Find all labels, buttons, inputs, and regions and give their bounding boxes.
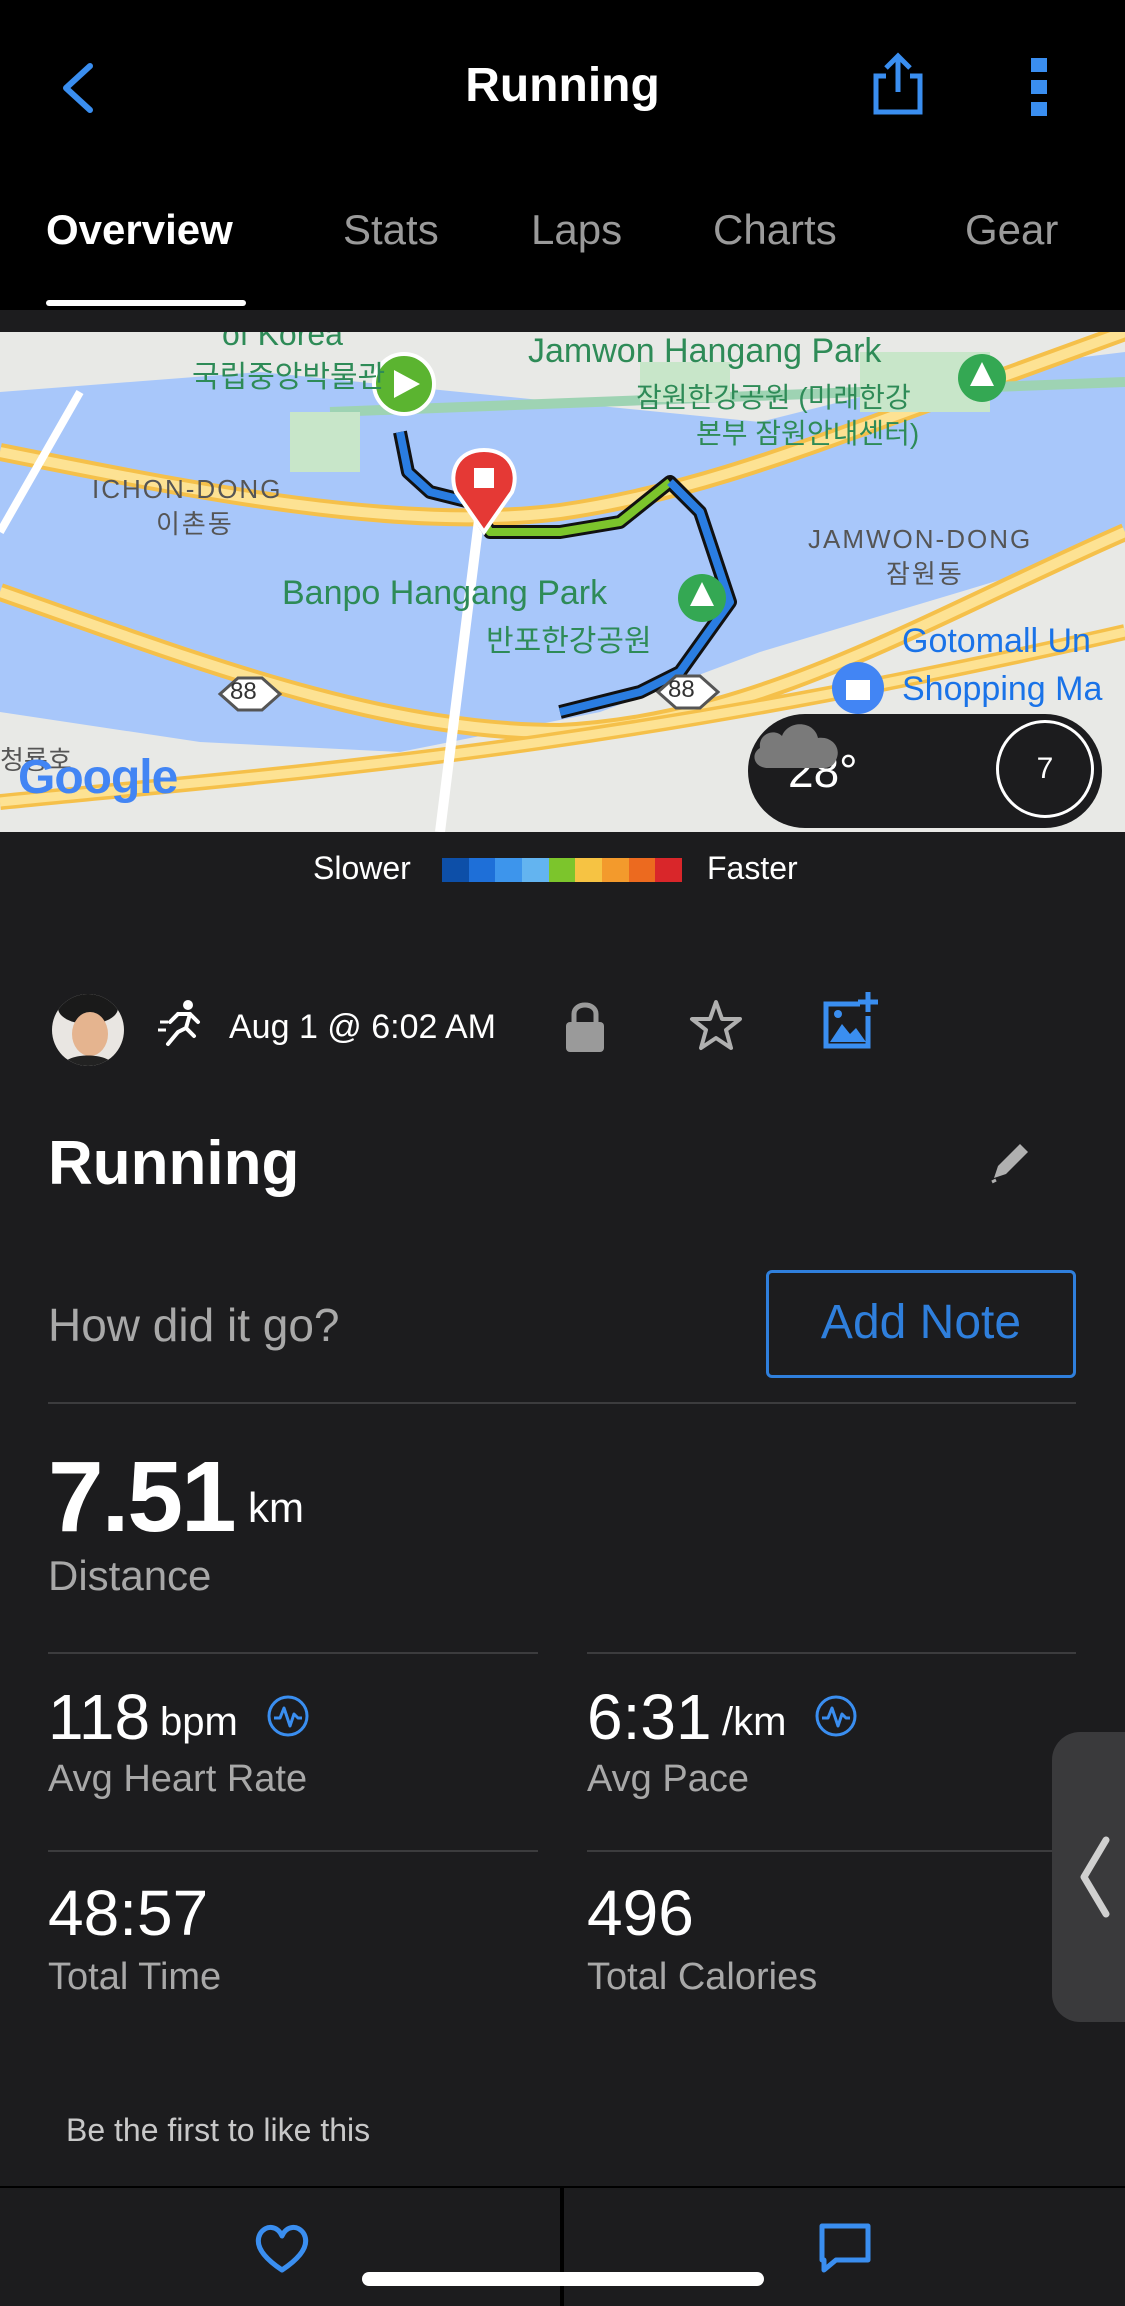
divider <box>560 2188 564 2306</box>
tab-bar: Overview Stats Laps Charts Gear <box>0 196 1125 310</box>
like-heart-icon[interactable] <box>254 2222 310 2274</box>
map-label: 이촌동 <box>156 509 234 539</box>
tab-stats[interactable]: Stats <box>343 206 439 254</box>
note-prompt: How did it go? <box>48 1299 340 1351</box>
route-shield-label: 88 <box>230 678 257 705</box>
stat-value: 496 <box>587 1877 694 1949</box>
side-panel-handle[interactable] <box>1052 1732 1125 2022</box>
tab-charts[interactable]: Charts <box>713 206 837 254</box>
more-options-icon[interactable] <box>1026 56 1052 118</box>
tab-overview[interactable]: Overview <box>46 206 233 254</box>
add-note-button[interactable]: Add Note <box>766 1270 1076 1378</box>
legend-faster-label: Faster <box>707 850 798 886</box>
map-label: 잠원동 <box>886 559 964 589</box>
map-label: 국립중앙박물관 <box>192 361 386 394</box>
divider <box>48 1652 538 1654</box>
chevron-left-icon <box>1080 1836 1110 1918</box>
divider <box>48 1402 1076 1404</box>
map-label: Gotomall Un <box>902 622 1091 660</box>
activity-meta-row: Aug 1 @ 6:02 AM <box>0 990 1125 1070</box>
edit-pencil-icon[interactable] <box>986 1138 1034 1186</box>
active-tab-indicator <box>46 300 246 306</box>
heart-rate-chart-icon <box>267 1695 309 1737</box>
route-shield-label: 88 <box>668 676 695 703</box>
stat-label: Avg Heart Rate <box>48 1758 308 1800</box>
add-photo-icon[interactable] <box>820 990 880 1050</box>
route-map[interactable]: of Korea 국립중앙박물관 Jamwon Hangang Park 잠원한… <box>0 332 1125 832</box>
map-label: 반포한강공원 <box>486 625 652 658</box>
share-icon[interactable] <box>870 52 926 116</box>
pace-chart-icon <box>815 1695 857 1737</box>
divider <box>587 1652 1076 1654</box>
distance-value: 7.51 <box>48 1441 237 1553</box>
running-icon <box>158 1000 200 1046</box>
stat-value: 48:57 <box>48 1877 209 1949</box>
map-label: Shopping Ma <box>902 670 1103 708</box>
map-label: ICHON-DONG <box>92 474 283 504</box>
activity-name: Running <box>48 1129 300 1198</box>
legend-color-swatch <box>442 858 469 882</box>
divider <box>587 1850 1076 1852</box>
stat-label: Total Calories <box>587 1956 818 1998</box>
google-logo: Google <box>18 751 178 804</box>
stat-unit: bpm <box>160 1700 238 1744</box>
like-prompt: Be the first to like this <box>66 2112 371 2148</box>
bottom-action-bar <box>0 2186 1125 2306</box>
lock-icon[interactable] <box>562 998 608 1054</box>
stat-value: 118 <box>48 1681 151 1753</box>
map-label: JAMWON-DONG <box>808 524 1033 554</box>
stat-label: Total Time <box>48 1956 222 1998</box>
legend-color-bar <box>442 858 683 882</box>
weather-badge[interactable]: 28° 7 <box>748 714 1102 828</box>
stat-unit: /km <box>722 1700 787 1744</box>
legend-color-swatch <box>655 858 683 882</box>
map-label: Banpo Hangang Park <box>282 574 608 612</box>
avatar[interactable] <box>52 994 124 1066</box>
legend-color-swatch <box>602 858 629 882</box>
legend-color-swatch <box>468 858 496 882</box>
legend-color-swatch <box>628 858 656 882</box>
map-label: 본부 잠원안내센터) <box>696 418 920 449</box>
legend-slower-label: Slower <box>313 850 411 886</box>
map-label: 잠원한강공원 (미래한강 <box>636 382 911 413</box>
top-bar: Running Overview Stats Laps Charts Gear <box>0 0 1125 310</box>
legend-color-swatch <box>522 858 549 882</box>
legend-color-swatch <box>495 858 523 882</box>
stat-value: 6:31 <box>587 1681 712 1753</box>
map-label: of Korea <box>222 332 343 352</box>
comment-icon[interactable] <box>818 2222 872 2274</box>
distance-label: Distance <box>48 1552 212 1599</box>
cloud-icon <box>754 724 838 768</box>
tab-gear[interactable]: Gear <box>965 206 1058 254</box>
legend-color-swatch <box>548 858 576 882</box>
map-label: Jamwon Hangang Park <box>528 332 882 370</box>
page-title: Running <box>465 59 660 112</box>
pace-legend: Slower Faster <box>0 850 1125 890</box>
home-indicator <box>362 2272 764 2286</box>
activity-date: Aug 1 @ 6:02 AM <box>229 1008 497 1046</box>
legend-color-swatch <box>575 858 603 882</box>
wind-indicator: 7 <box>996 720 1094 818</box>
star-icon[interactable] <box>688 998 744 1054</box>
divider <box>48 1850 538 1852</box>
stat-label: Avg Pace <box>587 1758 749 1800</box>
tab-laps[interactable]: Laps <box>531 206 622 254</box>
avatar-image <box>52 994 124 1066</box>
distance-unit: km <box>248 1484 304 1531</box>
